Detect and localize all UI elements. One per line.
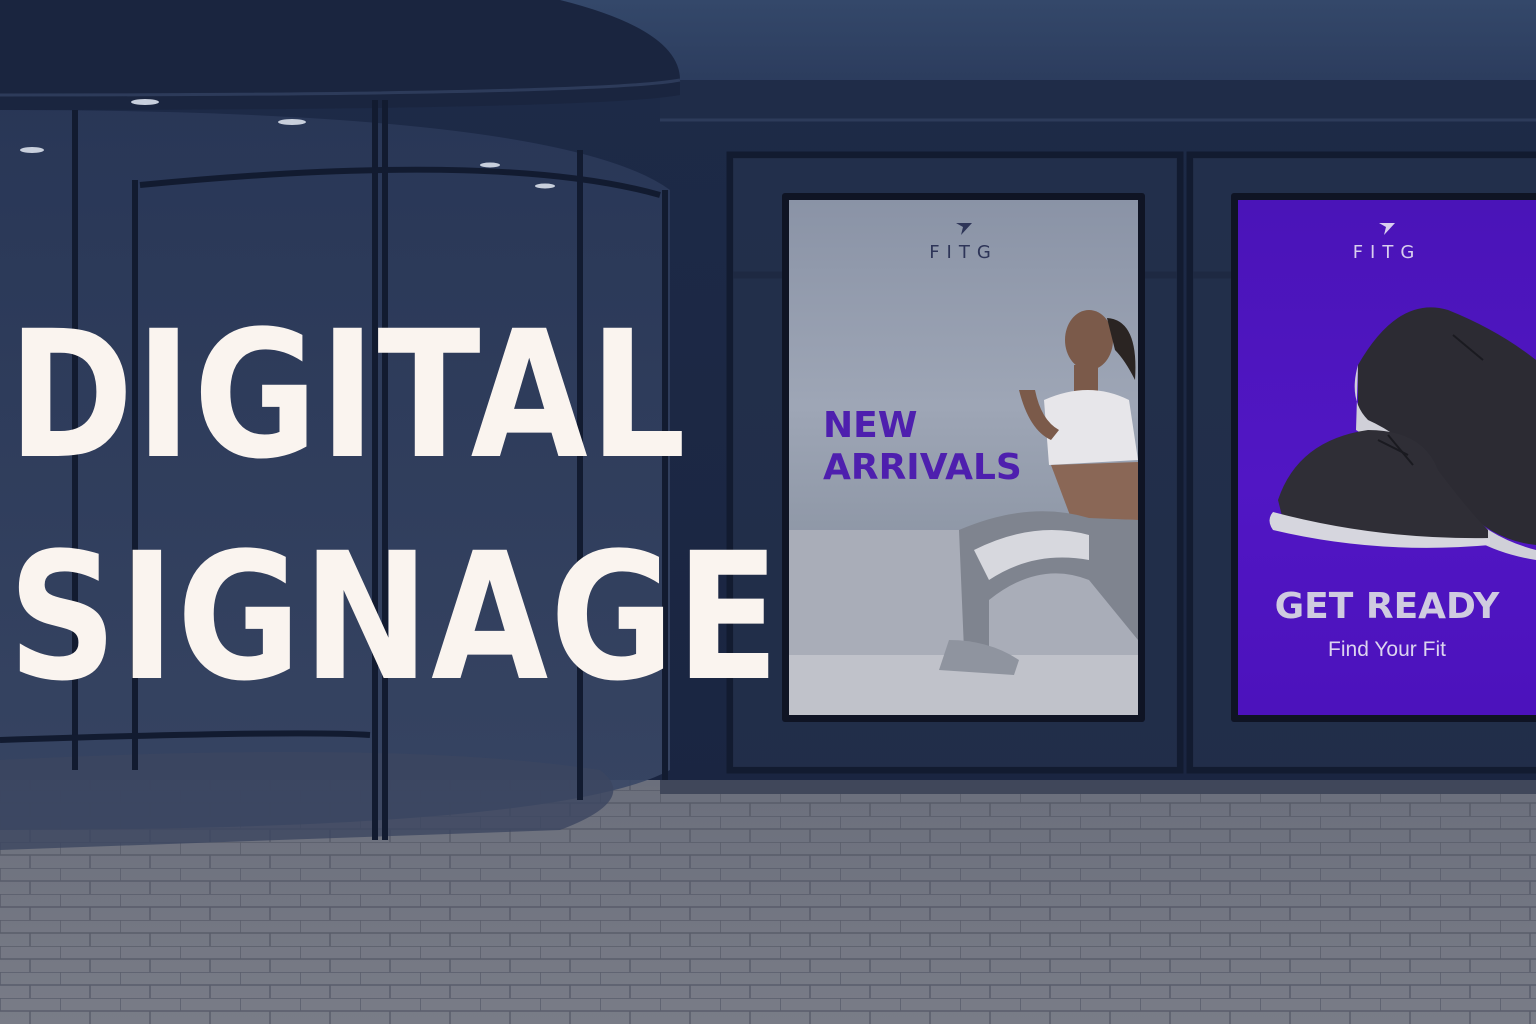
digital-signage-scene: FITG NEW ARRIVALS FITG GET READY Find Yo… [0, 0, 1536, 1024]
headline-line2: SIGNAGE [8, 515, 782, 720]
brand-name: FITG [1352, 242, 1422, 263]
promo-tagline-line1: NEW [823, 405, 918, 446]
brand-logo: FITG [1238, 222, 1536, 263]
brand-logo: FITG [789, 222, 1138, 263]
promo-tagline: NEW ARRIVALS [823, 405, 1022, 489]
headline-line1: DIGITAL [8, 293, 688, 498]
promo-headline: GET READY [1274, 586, 1500, 627]
brand-mark-icon [955, 223, 972, 235]
brand-mark-icon [1379, 223, 1395, 235]
promo-tagline-line2: ARRIVALS [823, 447, 1022, 488]
signage-screen-get-ready: FITG GET READY Find Your Fit [1238, 200, 1536, 715]
signage-screen-new-arrivals: FITG NEW ARRIVALS [789, 200, 1138, 715]
brand-name: FITG [929, 242, 998, 263]
promo-subline: Find Your Fit [1328, 638, 1446, 661]
